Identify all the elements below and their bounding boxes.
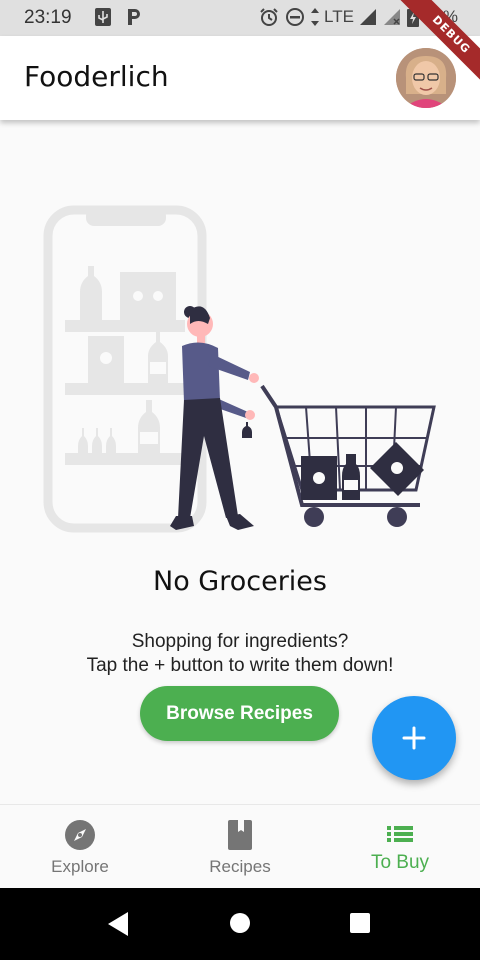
- nav-item-to-buy[interactable]: To Buy: [320, 805, 480, 888]
- home-icon[interactable]: [229, 912, 251, 934]
- app-title: Fooderlich: [24, 60, 169, 93]
- recents-icon[interactable]: [349, 912, 371, 934]
- status-time: 23:19: [24, 7, 72, 28]
- back-icon[interactable]: [106, 910, 130, 938]
- plus-icon: [402, 726, 426, 750]
- network-type: LTE: [324, 7, 354, 26]
- signal-icon: [359, 9, 376, 25]
- data-arrows-icon: [311, 8, 320, 26]
- empty-state-subtitle: Shopping for ingredients? Tap the + butt…: [0, 630, 480, 678]
- parking-icon: [128, 9, 140, 25]
- nav-label-recipes: Recipes: [209, 857, 271, 876]
- empty-state-subtitle-line2: Tap the + button to write them down!: [86, 655, 394, 676]
- browse-recipes-button[interactable]: Browse Recipes: [140, 686, 339, 741]
- add-item-fab[interactable]: [372, 696, 456, 780]
- empty-state-title: No Groceries: [153, 566, 327, 597]
- book-icon: [228, 820, 252, 850]
- system-navigation-bar: [0, 888, 480, 960]
- screen: 23:19 LTE DEBUG Fooderlich No Groceries …: [0, 0, 480, 960]
- status-notification-icons: [92, 6, 144, 28]
- app-bar: Fooderlich: [0, 36, 480, 120]
- alarm-icon: [260, 8, 278, 26]
- nav-label-to-buy: To Buy: [370, 852, 430, 873]
- nav-item-recipes[interactable]: Recipes: [160, 805, 320, 888]
- avatar-image: [396, 48, 456, 108]
- empty-cart-illustration: [43, 205, 436, 533]
- nav-item-explore[interactable]: Explore: [0, 805, 160, 888]
- do-not-disturb-icon: [286, 8, 305, 26]
- list-icon: [387, 826, 413, 842]
- profile-avatar[interactable]: [396, 48, 456, 108]
- bottom-navigation: Explore Recipes To Buy: [0, 804, 480, 888]
- nav-label-explore: Explore: [51, 857, 109, 876]
- empty-state-subtitle-line1: Shopping for ingredients?: [131, 631, 349, 652]
- compass-icon: [65, 820, 95, 850]
- signal-no-sim-icon: [383, 9, 400, 25]
- usb-icon: [95, 8, 111, 26]
